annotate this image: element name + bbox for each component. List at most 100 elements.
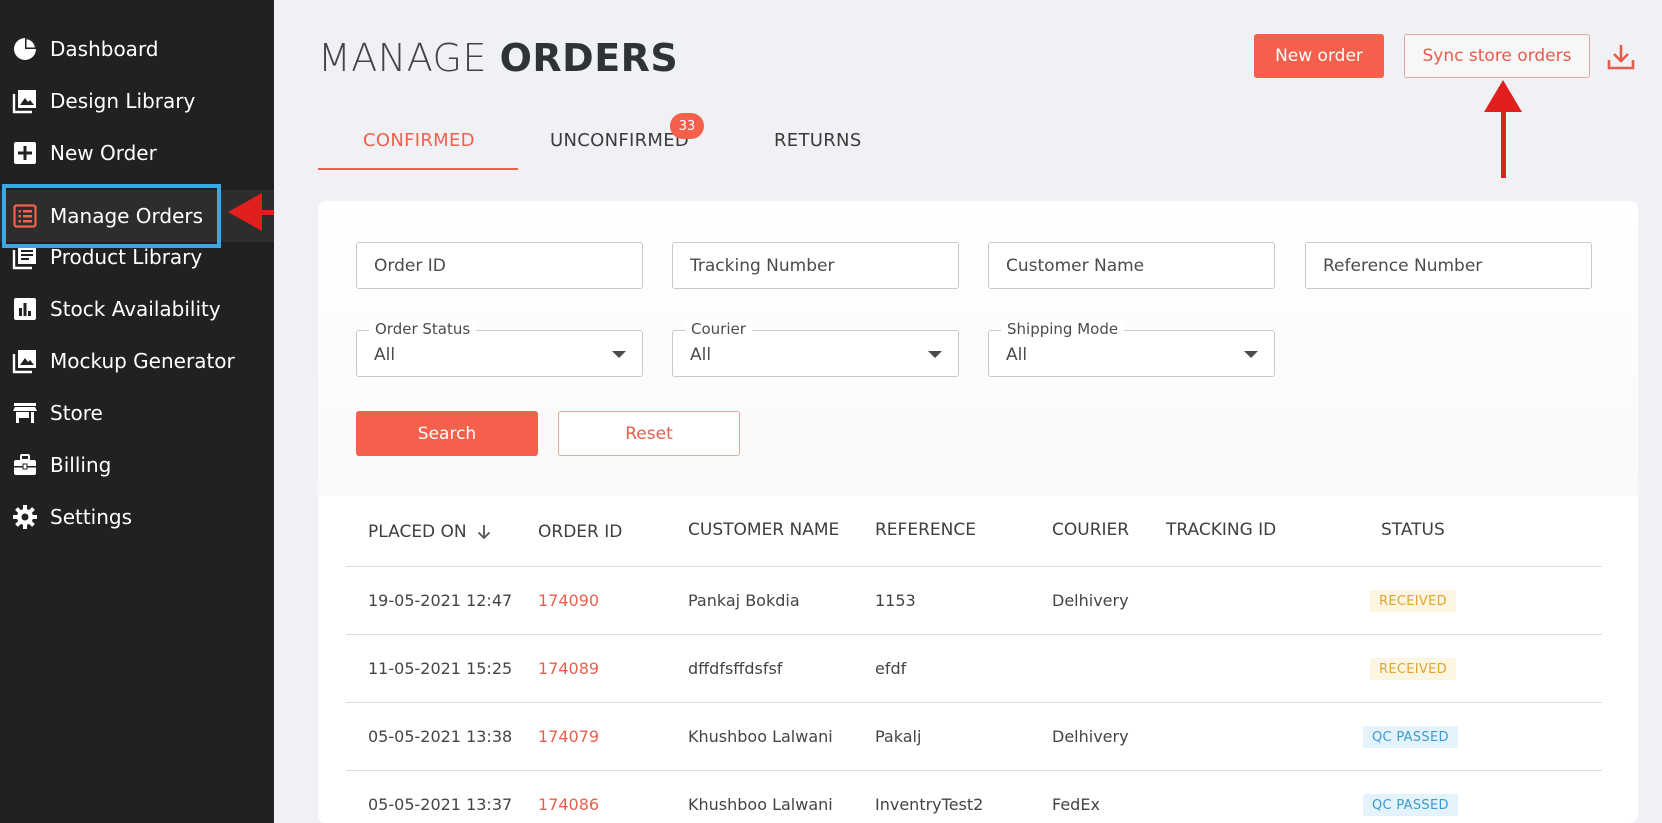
order-id-link[interactable]: 174090 bbox=[538, 591, 599, 610]
customer-name-cell: dffdfsffdsfsf bbox=[688, 659, 783, 678]
shipping-mode-select[interactable]: Shipping Mode All bbox=[988, 320, 1275, 377]
order-id-link[interactable]: 174086 bbox=[538, 795, 599, 814]
courier-select[interactable]: Courier All bbox=[672, 320, 959, 377]
sort-down-arrow-icon bbox=[477, 525, 490, 540]
image-library-icon bbox=[12, 90, 36, 114]
courier-cell: FedEx bbox=[1052, 795, 1100, 814]
active-tab-indicator bbox=[318, 168, 518, 170]
tab-confirmed[interactable]: CONFIRMED bbox=[363, 130, 475, 151]
sidebar: Dashboard Design Library New Order Manag… bbox=[0, 0, 274, 823]
shipping-mode-label: Shipping Mode bbox=[1001, 320, 1125, 338]
tracking-number-field[interactable] bbox=[672, 242, 959, 289]
column-header-reference[interactable]: REFERENCE bbox=[875, 520, 976, 540]
sidebar-item-store[interactable]: Store bbox=[0, 387, 274, 439]
tracking-number-input[interactable] bbox=[673, 243, 958, 288]
row-divider bbox=[346, 702, 1602, 703]
sidebar-item-label: New Order bbox=[50, 141, 157, 165]
placed-on-cell: 19-05-2021 12:47 bbox=[368, 591, 513, 610]
column-header-order-id[interactable]: ORDER ID bbox=[538, 522, 622, 542]
reference-cell: 1153 bbox=[875, 591, 916, 610]
placed-on-cell: 05-05-2021 13:37 bbox=[368, 795, 513, 814]
chevron-down-icon bbox=[1244, 351, 1258, 358]
plus-square-icon bbox=[14, 142, 36, 164]
sidebar-item-stock-availability[interactable]: Stock Availability bbox=[0, 283, 274, 335]
order-id-field[interactable] bbox=[356, 242, 643, 289]
orders-panel: Order Status All Courier All Shipping Mo… bbox=[318, 201, 1638, 823]
column-header-status[interactable]: STATUS bbox=[1381, 520, 1445, 540]
sidebar-item-label: Design Library bbox=[50, 89, 196, 113]
status-badge: QC PASSED bbox=[1363, 794, 1458, 816]
courier-cell: Delhivery bbox=[1052, 591, 1129, 610]
sidebar-item-new-order[interactable]: New Order bbox=[0, 127, 274, 179]
chevron-down-icon bbox=[928, 351, 942, 358]
page-title-light: MANAGE bbox=[318, 36, 487, 80]
order-id-link[interactable]: 174089 bbox=[538, 659, 599, 678]
courier-value: All bbox=[690, 345, 712, 365]
status-badge: RECEIVED bbox=[1370, 590, 1456, 612]
sidebar-item-label: Mockup Generator bbox=[50, 349, 235, 373]
courier-cell: Delhivery bbox=[1052, 727, 1129, 746]
order-status-label: Order Status bbox=[369, 320, 477, 338]
sidebar-item-label: Store bbox=[50, 401, 103, 425]
placed-on-cell: 05-05-2021 13:38 bbox=[368, 727, 513, 746]
briefcase-icon bbox=[14, 454, 36, 475]
gear-icon bbox=[13, 505, 37, 529]
reference-cell: Pakalj bbox=[875, 727, 922, 746]
sidebar-item-label: Settings bbox=[50, 505, 133, 529]
status-badge: RECEIVED bbox=[1370, 658, 1456, 680]
customer-name-cell: Pankaj Bokdia bbox=[688, 591, 800, 610]
column-header-customer-name[interactable]: CUSTOMER NAME bbox=[688, 520, 839, 540]
row-divider bbox=[346, 770, 1602, 771]
annotation-arrow-head bbox=[1484, 80, 1522, 112]
unconfirmed-count-badge: 33 bbox=[670, 113, 704, 139]
sidebar-item-mockup-generator[interactable]: Mockup Generator bbox=[0, 335, 274, 387]
search-button[interactable]: Search bbox=[356, 411, 538, 456]
reference-cell: InventryTest2 bbox=[875, 795, 984, 814]
status-badge: QC PASSED bbox=[1363, 726, 1458, 748]
tab-unconfirmed[interactable]: UNCONFIRMED bbox=[550, 130, 689, 151]
customer-name-cell: Khushboo Lalwani bbox=[688, 795, 833, 814]
column-header-tracking-id[interactable]: TRACKING ID bbox=[1166, 520, 1276, 540]
placed-on-cell: 11-05-2021 15:25 bbox=[368, 659, 513, 678]
courier-label: Courier bbox=[685, 320, 752, 338]
row-divider bbox=[346, 634, 1602, 635]
page-title: MANAGE ORDERS bbox=[318, 36, 678, 80]
order-id-input[interactable] bbox=[357, 243, 642, 288]
pie-chart-icon bbox=[14, 38, 36, 60]
sidebar-item-label: Stock Availability bbox=[50, 297, 221, 321]
row-divider bbox=[346, 566, 1602, 567]
sidebar-item-settings[interactable]: Settings bbox=[0, 491, 274, 543]
sidebar-item-billing[interactable]: Billing bbox=[0, 439, 274, 491]
bar-chart-icon bbox=[14, 298, 36, 320]
page-title-bold: ORDERS bbox=[499, 36, 679, 80]
download-icon[interactable] bbox=[1606, 42, 1636, 72]
reference-number-field[interactable] bbox=[1305, 242, 1592, 289]
sidebar-item-label: Dashboard bbox=[50, 37, 159, 61]
image-icon bbox=[12, 350, 36, 374]
sidebar-item-dashboard[interactable]: Dashboard bbox=[0, 23, 274, 75]
chevron-down-icon bbox=[612, 351, 626, 358]
main-content: MANAGE ORDERS New order Sync store order… bbox=[274, 0, 1662, 823]
annotation-arrow-head bbox=[228, 193, 262, 231]
tab-returns[interactable]: RETURNS bbox=[774, 130, 862, 151]
reference-cell: efdf bbox=[875, 659, 907, 678]
column-header-courier[interactable]: COURIER bbox=[1052, 520, 1129, 540]
sync-store-orders-button[interactable]: Sync store orders bbox=[1404, 34, 1590, 78]
reference-number-input[interactable] bbox=[1306, 243, 1591, 288]
customer-name-field[interactable] bbox=[988, 242, 1275, 289]
annotation-arrow bbox=[1501, 110, 1506, 178]
customer-name-cell: Khushboo Lalwani bbox=[688, 727, 833, 746]
shipping-mode-value: All bbox=[1006, 345, 1028, 365]
new-order-button[interactable]: New order bbox=[1254, 34, 1384, 78]
sidebar-item-label: Billing bbox=[50, 453, 112, 477]
order-id-link[interactable]: 174079 bbox=[538, 727, 599, 746]
order-status-value: All bbox=[374, 345, 396, 365]
order-status-select[interactable]: Order Status All bbox=[356, 320, 643, 377]
column-header-label: PLACED ON bbox=[368, 522, 467, 542]
store-icon bbox=[13, 403, 37, 423]
highlight-box bbox=[2, 184, 221, 248]
reset-button[interactable]: Reset bbox=[558, 411, 740, 456]
customer-name-input[interactable] bbox=[989, 243, 1274, 288]
sidebar-item-design-library[interactable]: Design Library bbox=[0, 75, 274, 127]
column-header-placed-on[interactable]: PLACED ON bbox=[368, 522, 493, 542]
